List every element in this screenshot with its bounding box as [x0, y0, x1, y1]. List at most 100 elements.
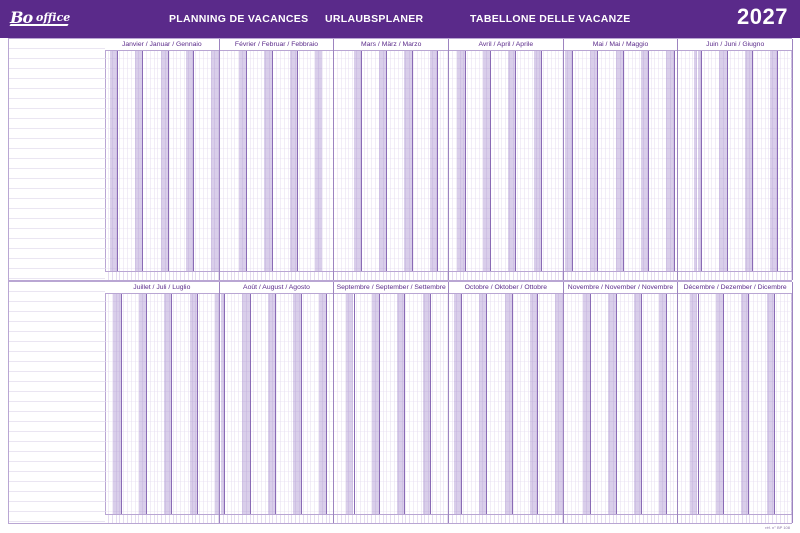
title-italian: TABELLONE DELLE VACANZE — [470, 13, 631, 25]
second-half-year-grid: Juillet / Juli / Luglio Août / August / A… — [8, 281, 793, 524]
week-separator — [515, 50, 517, 272]
day-number-strip — [105, 271, 219, 280]
week-separator — [590, 293, 592, 515]
header-bar: Bo office PLANNING DE VACANCES URLAUBSPL… — [0, 0, 800, 38]
month-label: Juillet / Juli / Luglio — [105, 282, 219, 294]
week-separator — [460, 293, 462, 515]
month-column[interactable]: Avril / April / Aprile — [449, 39, 564, 280]
week-separator — [673, 50, 675, 272]
week-separator — [404, 293, 406, 515]
month-label: Février / Februar / Febbraio — [219, 39, 334, 51]
months-jan-jun: Janvier / Januar / Gennaio Février / Febr… — [105, 39, 793, 280]
day-number-strip — [678, 271, 792, 280]
month-column[interactable]: Février / Februar / Febbraio — [219, 39, 335, 280]
names-column[interactable] — [9, 39, 106, 280]
month-column[interactable]: Mai / Mai / Maggio — [563, 39, 679, 280]
year-label: 2027 — [737, 4, 788, 29]
week-separator — [597, 50, 599, 272]
week-separator — [773, 293, 775, 515]
month-label: Janvier / Januar / Gennaio — [105, 39, 219, 51]
week-separator — [697, 293, 699, 515]
week-separator — [353, 293, 355, 515]
day-number-strip — [678, 514, 792, 523]
month-label: Avril / April / Aprile — [449, 39, 563, 51]
title-french: PLANNING DE VACANCES — [169, 13, 309, 25]
month-label: Mai / Mai / Maggio — [563, 39, 678, 51]
week-separator — [701, 50, 703, 272]
day-number-strip — [334, 271, 448, 280]
week-separator — [196, 293, 198, 515]
week-separator — [540, 50, 542, 272]
week-separator — [326, 293, 328, 515]
week-separator — [571, 50, 573, 272]
week-separator — [615, 293, 617, 515]
month-column[interactable]: Août / August / Agosto — [219, 282, 335, 523]
week-separator — [640, 293, 642, 515]
month-label: Décembre / Dezember / Dicembre — [678, 282, 792, 294]
day-number-strip — [105, 514, 219, 523]
weekend-day-band — [559, 293, 563, 515]
week-separator — [224, 293, 226, 515]
week-separator — [386, 50, 388, 272]
week-separator — [246, 50, 248, 272]
day-number-strip — [563, 271, 678, 280]
week-separator — [666, 293, 668, 515]
month-label: Juin / Juni / Giugno — [678, 39, 792, 51]
first-half-year-grid: Janvier / Januar / Gennaio Février / Febr… — [8, 38, 793, 281]
month-label: Novembre / November / Novembre — [563, 282, 678, 294]
week-separator — [537, 293, 539, 515]
week-separator — [722, 293, 724, 515]
week-separator — [167, 50, 169, 272]
week-separator — [116, 50, 118, 272]
week-separator — [193, 50, 195, 272]
brand-swoosh-icon — [9, 24, 69, 26]
month-column[interactable]: Juillet / Juli / Luglio — [105, 282, 220, 523]
week-separator — [411, 50, 413, 272]
week-separator — [429, 293, 431, 515]
month-label: Mars / März / Marzo — [334, 39, 448, 51]
day-number-strip — [449, 514, 563, 523]
day-number-strip — [334, 514, 448, 523]
week-separator — [249, 293, 251, 515]
weekend-day-band — [215, 50, 219, 272]
weekend-day-band — [318, 50, 323, 272]
month-column[interactable]: Juin / Juni / Giugno — [678, 39, 793, 280]
month-column[interactable]: Novembre / November / Novembre — [563, 282, 679, 523]
week-separator — [726, 50, 728, 272]
week-separator — [748, 293, 750, 515]
title-german: URLAUBSPLANER — [325, 13, 424, 25]
brand-logo: Bo office — [9, 6, 80, 30]
week-separator — [378, 293, 380, 515]
week-separator — [464, 50, 466, 272]
weekend-day-band — [215, 293, 219, 515]
month-column[interactable]: Janvier / Januar / Gennaio — [105, 39, 220, 280]
day-number-strip — [219, 271, 334, 280]
month-label: Août / August / Agosto — [219, 282, 334, 294]
week-separator — [486, 293, 488, 515]
names-column[interactable] — [9, 282, 106, 523]
week-separator — [360, 50, 362, 272]
week-separator — [275, 293, 277, 515]
month-column[interactable]: Mars / März / Marzo — [334, 39, 449, 280]
week-separator — [489, 50, 491, 272]
week-separator — [752, 50, 754, 272]
week-separator — [648, 50, 650, 272]
month-label: Octobre / Oktober / Ottobre — [449, 282, 563, 294]
day-number-strip — [449, 271, 563, 280]
week-separator — [296, 50, 298, 272]
week-separator — [777, 50, 779, 272]
month-column[interactable]: Décembre / Dezember / Dicembre — [678, 282, 793, 523]
day-number-strip — [219, 514, 334, 523]
brand-name: office — [36, 11, 71, 24]
month-column[interactable]: Octobre / Oktober / Ottobre — [449, 282, 564, 523]
reference-note: réf. n° BP 108 — [765, 525, 790, 530]
day-number-strip — [563, 514, 678, 523]
week-separator — [511, 293, 513, 515]
month-label: Septembre / September / Settembre — [334, 282, 448, 294]
week-separator — [271, 50, 273, 272]
week-separator — [171, 293, 173, 515]
week-separator — [120, 293, 122, 515]
week-separator — [300, 293, 302, 515]
month-column[interactable]: Septembre / September / Settembre — [334, 282, 449, 523]
week-separator — [145, 293, 147, 515]
